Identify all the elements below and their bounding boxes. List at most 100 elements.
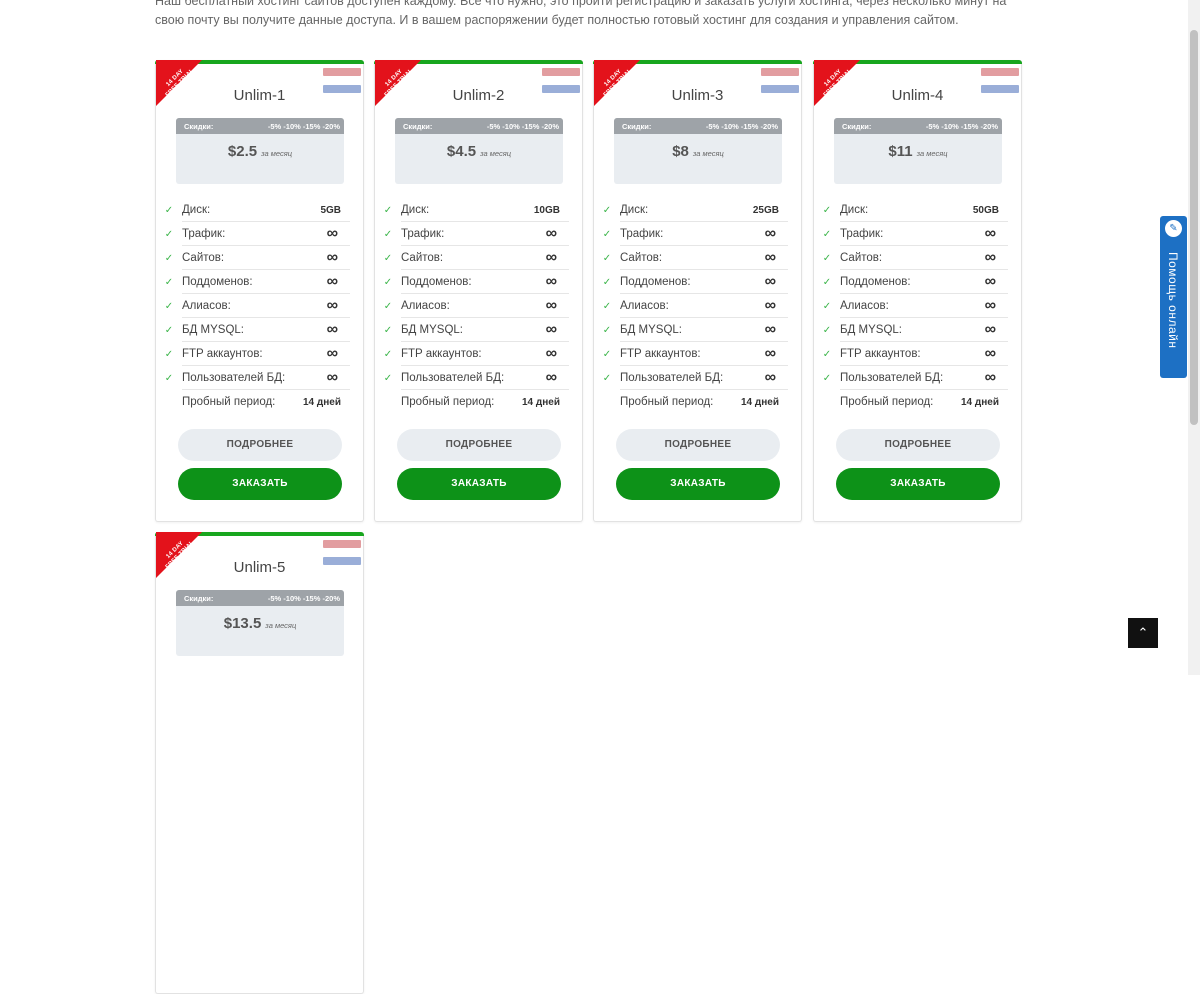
plan-name: Unlim-1 [233, 87, 286, 104]
feature-value: 5GB [320, 204, 341, 216]
feature-value: 50GB [972, 204, 999, 216]
check-icon: ✓ [822, 348, 832, 360]
feature-list: ✓ Диск: 10GB ✓ Трафик: ∞ ✓ Сайтов: ∞ ✓ Поддомен… [383, 198, 583, 414]
scroll-to-top-button[interactable]: ⌃ [1128, 618, 1158, 648]
infinity-icon: ∞ [326, 297, 338, 314]
feature-sites: ✓ Сайтов: ∞ [822, 246, 1022, 270]
price-period: за месяц [916, 149, 948, 158]
details-button[interactable]: ПОДРОБНЕЕ [836, 429, 1000, 461]
plan-price: $2.5 [227, 143, 258, 160]
feature-ftp: ✓ FTP аккаунтов: ∞ [822, 342, 1022, 366]
feature-disk: ✓ Диск: 25GB [602, 198, 802, 222]
feature-db-users: ✓ Пользователей БД: ∞ [164, 366, 364, 390]
feature-disk: ✓ Диск: 10GB [383, 198, 583, 222]
feature-mysql: ✓ БД MYSQL: ∞ [164, 318, 364, 342]
check-icon: ✓ [164, 348, 174, 360]
feature-value: 14 дней [961, 396, 999, 408]
discount-bar: Скидки: -5% -10% -15% -20% [395, 118, 563, 134]
price-period: за месяц [692, 149, 724, 158]
scrollbar[interactable] [1188, 0, 1200, 675]
infinity-icon: ∞ [545, 369, 557, 386]
feature-value: 14 дней [303, 396, 341, 408]
order-button[interactable]: ЗАКАЗАТЬ [836, 468, 1000, 500]
check-icon: ✓ [383, 300, 393, 312]
check-icon: ✓ [602, 252, 612, 264]
check-icon: ✓ [164, 276, 174, 288]
check-icon: ✓ [602, 372, 612, 384]
feature-trial: Пробный период: 14 дней [840, 396, 999, 408]
check-icon: ✓ [822, 204, 832, 216]
infinity-icon: ∞ [326, 345, 338, 362]
infinity-icon: ∞ [984, 273, 996, 290]
check-icon: ✓ [822, 228, 832, 240]
help-online-tab[interactable]: ✎ Помощь онлайн [1160, 216, 1187, 378]
feature-subdomains: ✓ Поддоменов: ∞ [164, 270, 364, 294]
feature-traffic: ✓ Трафик: ∞ [164, 222, 364, 246]
feature-value: 25GB [752, 204, 779, 216]
plan-card: 14 DAY FREE TRIAL Unlim-2 Скидки: -5% -1… [374, 60, 583, 522]
check-icon: ✓ [822, 252, 832, 264]
feature-traffic: ✓ Трафик: ∞ [822, 222, 1022, 246]
order-button[interactable]: ЗАКАЗАТЬ [616, 468, 780, 500]
plan-name: Unlim-3 [671, 87, 724, 104]
infinity-icon: ∞ [545, 225, 557, 242]
discount-label: Скидки: [842, 121, 872, 131]
plan-price: $8 [672, 143, 689, 160]
check-icon: ✓ [602, 300, 612, 312]
details-button[interactable]: ПОДРОБНЕЕ [616, 429, 780, 461]
feature-db-users: ✓ Пользователей БД: ∞ [383, 366, 583, 390]
price-box: Скидки: -5% -10% -15% -20% $8 за месяц [614, 118, 782, 184]
details-button[interactable]: ПОДРОБНЕЕ [178, 429, 342, 461]
feature-aliases: ✓ Алиасов: ∞ [602, 294, 802, 318]
infinity-icon: ∞ [764, 321, 776, 338]
feature-aliases: ✓ Алиасов: ∞ [822, 294, 1022, 318]
check-icon: ✓ [164, 324, 174, 336]
discount-bar: Скидки: -5% -10% -15% -20% [176, 118, 344, 134]
plan-card: 14 DAY FREE TRIAL Unlim-1 Скидки: -5% -1… [155, 60, 364, 522]
scrollbar-thumb[interactable] [1190, 30, 1198, 425]
check-icon: ✓ [383, 348, 393, 360]
infinity-icon: ∞ [764, 297, 776, 314]
infinity-icon: ∞ [326, 369, 338, 386]
details-button[interactable]: ПОДРОБНЕЕ [397, 429, 561, 461]
plan-name: Unlim-2 [452, 87, 505, 104]
check-icon: ✓ [164, 204, 174, 216]
feature-db-users: ✓ Пользователей БД: ∞ [602, 366, 802, 390]
infinity-icon: ∞ [984, 297, 996, 314]
plan-card: 14 DAY FREE TRIAL Unlim-4 Скидки: -5% -1… [813, 60, 1022, 522]
price-box: Скидки: -5% -10% -15% -20% $11 за месяц [834, 118, 1002, 184]
discount-label: Скидки: [403, 121, 433, 131]
chat-icon: ✎ [1165, 220, 1182, 237]
price-box: Скидки: -5% -10% -15% -20% $4.5 за месяц [395, 118, 563, 184]
check-icon: ✓ [602, 228, 612, 240]
plan-price: $11 [888, 143, 913, 160]
check-icon: ✓ [164, 252, 174, 264]
infinity-icon: ∞ [764, 225, 776, 242]
flag-icon [542, 68, 580, 76]
price-period: за месяц [480, 149, 512, 158]
discount-values: -5% -10% -15% -20% [486, 121, 559, 131]
feature-trial: Пробный период: 14 дней [620, 396, 779, 408]
check-icon: ✓ [602, 276, 612, 288]
plan-price: $4.5 [446, 143, 477, 160]
discount-label: Скидки: [184, 593, 214, 603]
infinity-icon: ∞ [326, 249, 338, 266]
feature-subdomains: ✓ Поддоменов: ∞ [383, 270, 583, 294]
price-period: за месяц [265, 621, 297, 630]
help-online-label: Помощь онлайн [1166, 252, 1180, 349]
feature-list: ✓ Диск: 25GB ✓ Трафик: ∞ ✓ Сайтов: ∞ ✓ Поддомен… [602, 198, 802, 414]
order-button[interactable]: ЗАКАЗАТЬ [178, 468, 342, 500]
check-icon: ✓ [383, 204, 393, 216]
feature-sites: ✓ Сайтов: ∞ [602, 246, 802, 270]
feature-value: 14 дней [522, 396, 560, 408]
feature-value: 14 дней [741, 396, 779, 408]
order-button[interactable]: ЗАКАЗАТЬ [397, 468, 561, 500]
check-icon: ✓ [822, 372, 832, 384]
feature-sites: ✓ Сайтов: ∞ [164, 246, 364, 270]
discount-values: -5% -10% -15% -20% [705, 121, 778, 131]
feature-value: 10GB [533, 204, 560, 216]
flag-icon [323, 68, 361, 76]
check-icon: ✓ [602, 204, 612, 216]
check-icon: ✓ [164, 228, 174, 240]
infinity-icon: ∞ [545, 273, 557, 290]
